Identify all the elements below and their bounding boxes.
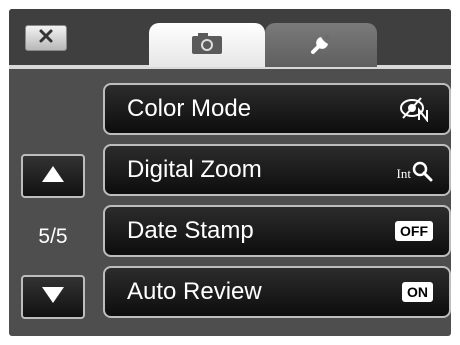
status-badge: ON: [402, 280, 433, 304]
close-icon: [38, 28, 54, 49]
page-down-button[interactable]: [21, 275, 85, 319]
menu-item-color-mode[interactable]: Color Mode: [103, 83, 451, 135]
triangle-down-icon: [42, 286, 64, 308]
camera-menu-screen: 5/5 Color Mode Digital Zoom Int Date Sta…: [9, 9, 451, 336]
menu-item-label: Date Stamp: [127, 217, 254, 244]
menu-item-digital-zoom[interactable]: Digital Zoom Int: [103, 144, 451, 196]
menu-item-auto-review[interactable]: Auto Review ON: [103, 266, 451, 318]
status-badge: OFF: [395, 219, 433, 243]
menu-item-date-stamp[interactable]: Date Stamp OFF: [103, 205, 451, 257]
menu-item-label: Auto Review: [127, 278, 262, 305]
menu-item-label: Color Mode: [127, 95, 252, 122]
page-indicator: 5/5: [38, 225, 68, 248]
int-label: Int: [396, 166, 411, 181]
tab-settings[interactable]: [265, 23, 377, 67]
close-button[interactable]: [25, 25, 67, 51]
on-badge: ON: [402, 282, 433, 302]
page-up-button[interactable]: [21, 154, 85, 198]
camera-icon: [187, 30, 227, 61]
off-badge: OFF: [395, 221, 433, 241]
color-mode-icon: [399, 97, 433, 122]
wrench-icon: [306, 28, 336, 63]
triangle-up-icon: [42, 165, 64, 187]
intelligent-zoom-icon: Int: [397, 158, 433, 182]
menu-item-label: Digital Zoom: [127, 156, 262, 183]
tab-camera[interactable]: [149, 23, 265, 67]
